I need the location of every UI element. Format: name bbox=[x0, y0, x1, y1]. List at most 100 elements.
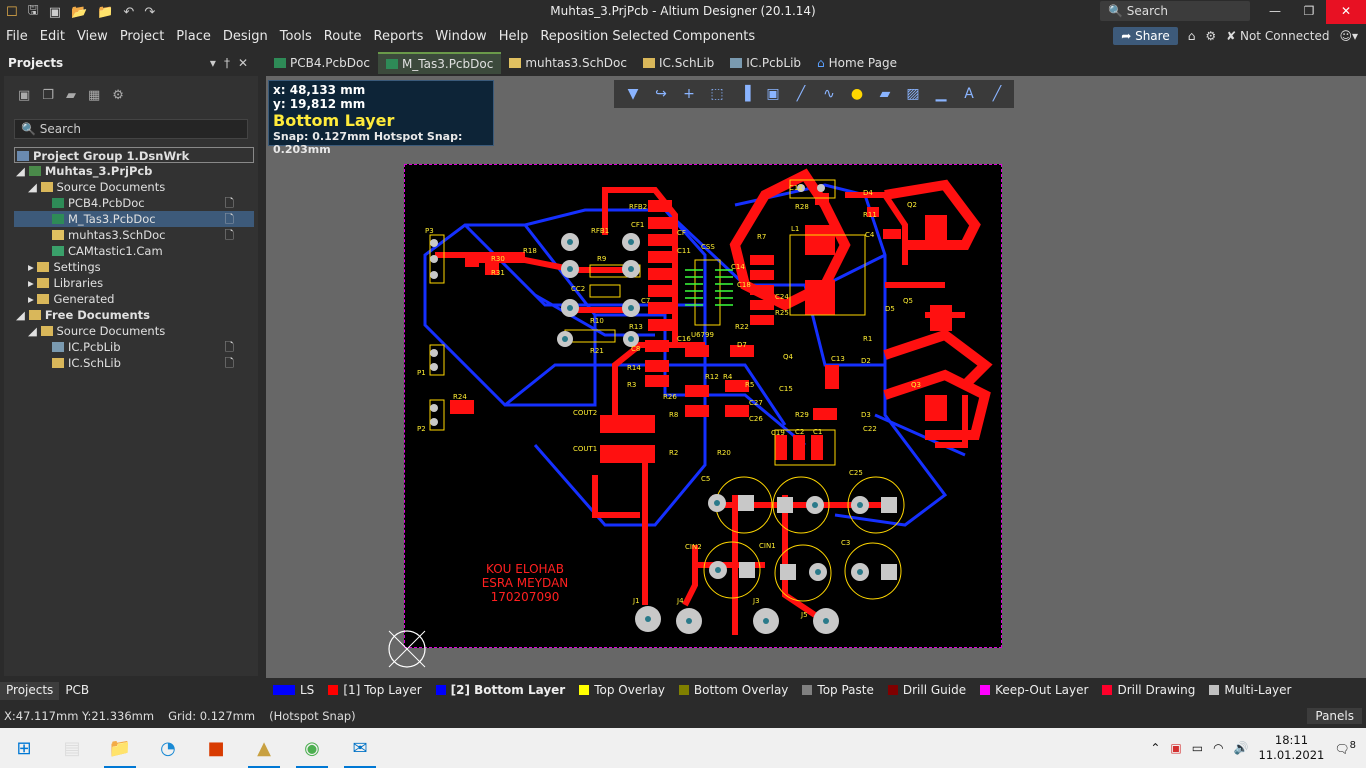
tab-projects[interactable]: Projects bbox=[0, 682, 60, 700]
layer-tab-bottom-overlay[interactable]: Bottom Overlay bbox=[672, 683, 795, 697]
tree-item-source-documents[interactable]: ◢ Source Documents bbox=[14, 179, 254, 195]
component-icon[interactable]: ▣ bbox=[762, 86, 784, 102]
tree-item-settings[interactable]: ▸ Settings bbox=[14, 259, 254, 275]
share-button[interactable]: ➦ Share bbox=[1113, 27, 1178, 45]
polygon-icon[interactable]: ▰ bbox=[874, 86, 896, 102]
windows-start-icon[interactable]: ⊞ bbox=[0, 728, 48, 768]
layer-tab-top-overlay[interactable]: Top Overlay bbox=[572, 683, 672, 697]
menu-route[interactable]: Route bbox=[318, 29, 368, 44]
tree-item-ic-schlib[interactable]: IC.SchLib 🗋 bbox=[14, 355, 254, 371]
diff-pair-icon[interactable]: ∿ bbox=[818, 86, 840, 102]
notification-icon[interactable]: 🗨8 bbox=[1334, 740, 1356, 756]
panels-button[interactable]: Panels bbox=[1307, 708, 1362, 724]
pcb-board[interactable]: RFB2 CF1 CF RFB1 R9 CC2 R10 R21 C11 CSS … bbox=[404, 164, 1002, 648]
tree-item-generated[interactable]: ▸ Generated bbox=[14, 291, 254, 307]
save-all-icon[interactable]: ▣ bbox=[49, 5, 61, 20]
layer-tab-bottom[interactable]: [2] Bottom Layer bbox=[429, 683, 573, 697]
volume-icon[interactable]: 🔊 bbox=[1234, 741, 1249, 755]
global-search-input[interactable]: 🔍 Search bbox=[1100, 1, 1250, 21]
user-avatar-icon[interactable]: ☺▾ bbox=[1339, 29, 1358, 43]
redo-icon[interactable]: ↷ bbox=[144, 5, 155, 20]
save-icon[interactable]: 🖫 bbox=[28, 1, 39, 23]
layer-tab-top[interactable]: [1] Top Layer bbox=[321, 683, 428, 697]
panel-controls[interactable]: ▾†✕ bbox=[210, 56, 256, 70]
task-view-icon[interactable]: ▤ bbox=[48, 728, 96, 768]
file-explorer-icon[interactable]: 📁 bbox=[96, 728, 144, 768]
undo-icon[interactable]: ↶ bbox=[123, 5, 134, 20]
menu-reports[interactable]: Reports bbox=[368, 29, 430, 44]
tree-item-libraries[interactable]: ▸ Libraries bbox=[14, 275, 254, 291]
filter-icon[interactable]: ▼ bbox=[622, 86, 644, 102]
text-icon[interactable]: A bbox=[958, 86, 980, 102]
altium-icon[interactable]: ▲ bbox=[240, 728, 288, 768]
tree-item-project-group[interactable]: Project Group 1.DsnWrk bbox=[14, 147, 254, 163]
battery-icon[interactable]: ▭ bbox=[1192, 741, 1203, 755]
tab-ic-pcblib[interactable]: IC.PcbLib bbox=[722, 52, 809, 74]
tab-pcb4[interactable]: PCB4.PcbDoc bbox=[266, 52, 378, 74]
menu-project[interactable]: Project bbox=[114, 29, 170, 44]
label-c26: C26 bbox=[749, 415, 763, 423]
settings-icon[interactable]: ⚙ bbox=[112, 88, 124, 103]
projects-search-input[interactable]: 🔍 Search bbox=[14, 119, 248, 139]
chrome-icon[interactable]: ◉ bbox=[288, 728, 336, 768]
label-c22: C22 bbox=[863, 425, 877, 433]
menu-window[interactable]: Window bbox=[429, 29, 492, 44]
select-rect-icon[interactable]: ⬚ bbox=[706, 86, 728, 102]
menu-file[interactable]: File bbox=[0, 29, 34, 44]
open-icon[interactable]: 📂 bbox=[71, 5, 87, 20]
tree-item-pcb4[interactable]: PCB4.PcbDoc 🗋 bbox=[14, 195, 254, 211]
save-doc-icon[interactable]: ▣ bbox=[18, 88, 30, 103]
menu-design[interactable]: Design bbox=[217, 29, 274, 44]
menu-help[interactable]: Help bbox=[493, 29, 535, 44]
edge-icon[interactable]: ◔ bbox=[144, 728, 192, 768]
wifi-icon[interactable]: ◠ bbox=[1213, 741, 1223, 755]
menu-reposition[interactable]: Reposition Selected Components bbox=[534, 29, 761, 44]
folder-icon[interactable]: ▰ bbox=[66, 88, 76, 103]
tab-muhtas3[interactable]: muhtas3.SchDoc bbox=[501, 52, 635, 74]
minimize-button[interactable]: — bbox=[1258, 0, 1292, 24]
folder-add-icon[interactable]: ▦ bbox=[88, 88, 100, 103]
layer-tab-drill-guide[interactable]: Drill Guide bbox=[881, 683, 973, 697]
copy-doc-icon[interactable]: ❐ bbox=[42, 88, 54, 103]
via-icon[interactable]: ● bbox=[846, 86, 868, 102]
tree-item-project[interactable]: ◢ Muhtas_3.PrjPcb bbox=[14, 163, 254, 179]
tree-item-free-documents[interactable]: ◢ Free Documents bbox=[14, 307, 254, 323]
gear-icon[interactable]: ⚙ bbox=[1205, 29, 1216, 43]
layer-tab-drill-drawing[interactable]: Drill Drawing bbox=[1095, 683, 1202, 697]
maximize-button[interactable]: ❐ bbox=[1292, 0, 1326, 24]
app-tray-icon[interactable]: ▣ bbox=[1170, 741, 1181, 755]
office-icon[interactable]: ■ bbox=[192, 728, 240, 768]
home-icon[interactable]: ⌂ bbox=[1188, 29, 1196, 43]
tab-home-page[interactable]: ⌂ Home Page bbox=[809, 52, 905, 74]
route-icon[interactable]: ↪ bbox=[650, 86, 672, 102]
tab-m-tas3[interactable]: M_Tas3.PcbDoc bbox=[377, 52, 502, 74]
pcb-artwork: RFB2 CF1 CF RFB1 R9 CC2 R10 R21 C11 CSS … bbox=[417, 168, 993, 635]
chevron-up-icon[interactable]: ⌃ bbox=[1150, 741, 1160, 755]
menu-edit[interactable]: Edit bbox=[34, 29, 71, 44]
tree-item-muhtas3-schdoc[interactable]: muhtas3.SchDoc 🗋 bbox=[14, 227, 254, 243]
menu-view[interactable]: View bbox=[71, 29, 114, 44]
outlook-icon[interactable]: ✉ bbox=[336, 728, 384, 768]
dimension-icon[interactable]: ▨ bbox=[902, 86, 924, 102]
open-project-icon[interactable]: 📁 bbox=[97, 5, 113, 20]
connection-status[interactable]: ✘ Not Connected bbox=[1226, 29, 1329, 43]
tab-ic-schlib[interactable]: IC.SchLib bbox=[635, 52, 722, 74]
layer-tab-top-paste[interactable]: Top Paste bbox=[795, 683, 880, 697]
tree-item-m-tas3[interactable]: M_Tas3.PcbDoc 🗋 bbox=[14, 211, 254, 227]
interactive-route-icon[interactable]: ╱ bbox=[790, 86, 812, 102]
tree-item-camtastic[interactable]: CAMtastic1.Cam bbox=[14, 243, 254, 259]
line-icon[interactable]: ╱ bbox=[986, 86, 1008, 102]
close-button[interactable]: ✕ bbox=[1326, 0, 1366, 24]
menu-place[interactable]: Place bbox=[170, 29, 217, 44]
tree-item-ic-pcblib[interactable]: IC.PcbLib 🗋 bbox=[14, 339, 254, 355]
crosshair-icon[interactable]: + bbox=[678, 86, 700, 102]
layer-set-selector[interactable]: LS bbox=[266, 683, 321, 697]
chart-icon[interactable]: ▁ bbox=[930, 86, 952, 102]
layer-tab-multi-layer[interactable]: Multi-Layer bbox=[1202, 683, 1298, 697]
align-icon[interactable]: ▐ bbox=[734, 86, 756, 102]
layer-tab-keep-out[interactable]: Keep-Out Layer bbox=[973, 683, 1095, 697]
tab-pcb[interactable]: PCB bbox=[59, 682, 95, 700]
menu-tools[interactable]: Tools bbox=[274, 29, 318, 44]
clock[interactable]: 18:11 11.01.2021 bbox=[1259, 733, 1325, 763]
tree-item-free-source-documents[interactable]: ◢ Source Documents bbox=[14, 323, 254, 339]
